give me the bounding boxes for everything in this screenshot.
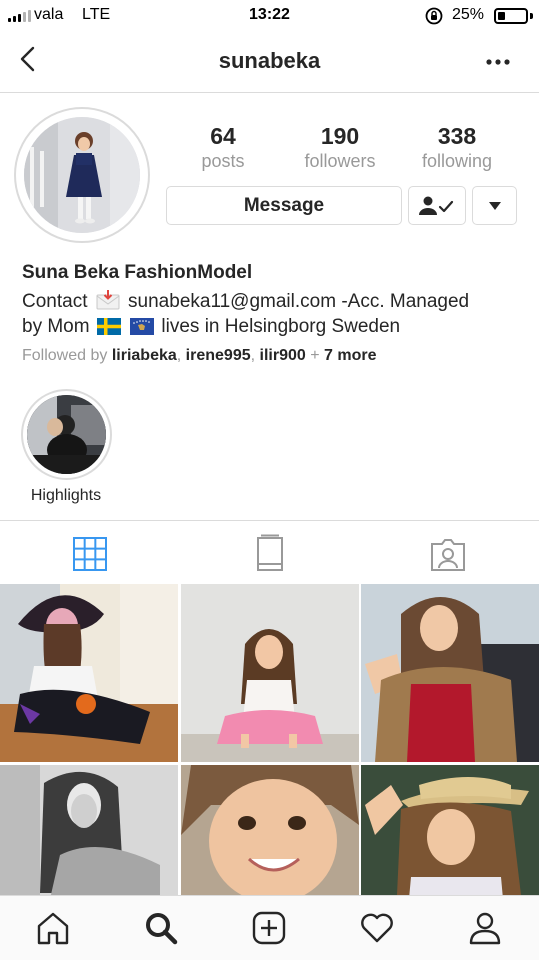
profile-icon[interactable] xyxy=(467,910,503,946)
followers-stat[interactable]: 190 followers xyxy=(285,122,395,172)
post-thumbnail[interactable] xyxy=(181,584,359,762)
suggestions-dropdown-button[interactable] xyxy=(472,186,517,225)
profile-header-bar: sunabeka xyxy=(0,32,539,93)
post-thumbnail[interactable] xyxy=(361,765,539,895)
following-count: 338 xyxy=(437,123,477,149)
feed-list-icon[interactable] xyxy=(250,534,290,574)
battery-percent: 25% xyxy=(452,6,485,23)
bio-line-2: by Mom lives in Helsingborg Sweden xyxy=(22,316,400,338)
post-photo xyxy=(0,765,178,895)
kosovo-flag-icon xyxy=(130,318,155,335)
profile-avatar[interactable] xyxy=(24,117,140,233)
heart-icon[interactable] xyxy=(359,910,395,946)
bio-managed-text: by Mom xyxy=(22,316,90,337)
battery-cap xyxy=(530,13,533,19)
rotation-lock-icon xyxy=(425,7,443,25)
battery-level xyxy=(498,12,505,20)
following-button[interactable] xyxy=(408,186,466,225)
followed-by-line[interactable]: Followed by liriabeka, irene995, ilir900… xyxy=(22,347,377,365)
followers-label: followers xyxy=(304,151,376,171)
post-photo xyxy=(181,765,359,895)
post-thumbnail[interactable] xyxy=(0,765,178,895)
follower-separator: , xyxy=(176,347,182,364)
post-photo xyxy=(181,584,359,762)
highlight-label: Highlights xyxy=(30,487,102,504)
avatar-photo xyxy=(24,117,140,233)
post-photo xyxy=(0,584,178,762)
home-icon[interactable] xyxy=(35,910,71,946)
followed-by-prefix: Followed by xyxy=(22,347,108,364)
following-label: following xyxy=(421,151,493,171)
followers-count: 190 xyxy=(320,123,360,149)
posts-label: posts xyxy=(201,151,245,171)
bio-line-1: Contact sunabeka11@gmail.com -Acc. Manag… xyxy=(22,290,469,313)
posts-count: 64 xyxy=(210,123,236,149)
post-photo xyxy=(361,765,539,895)
post-thumbnail[interactable] xyxy=(0,584,178,762)
mutual-follower-link[interactable]: irene995 xyxy=(186,347,251,364)
story-highlight-cover[interactable] xyxy=(27,395,106,474)
post-photo xyxy=(361,584,539,762)
person-check-icon xyxy=(419,196,454,215)
caret-down-icon xyxy=(488,201,501,210)
following-stat[interactable]: 338 following xyxy=(402,122,512,172)
sweden-flag-icon xyxy=(96,318,121,335)
bio-contact-text: Contact xyxy=(22,291,88,312)
post-thumbnail[interactable] xyxy=(181,765,359,895)
profile-username-title: sunabeka xyxy=(218,48,321,73)
mutual-follower-link[interactable]: liriabeka xyxy=(112,347,177,364)
incoming-envelope-emoji-icon xyxy=(96,290,120,310)
add-post-icon[interactable] xyxy=(251,910,287,946)
more-followers-link[interactable]: 7 more xyxy=(324,347,376,364)
profile-full-name: Suna Beka FashionModel xyxy=(22,262,253,283)
post-thumbnail[interactable] xyxy=(361,584,539,762)
posts-stat[interactable]: 64 posts xyxy=(168,122,278,172)
status-bar: vala LTE 13:22 25% xyxy=(0,0,539,32)
bio-email-text: sunabeka11@gmail.com -Acc. Managed xyxy=(128,291,470,312)
profile-tab-bar xyxy=(0,520,539,584)
search-icon[interactable] xyxy=(143,910,179,946)
battery-icon xyxy=(494,8,528,24)
highlight-photo xyxy=(27,395,106,474)
tagged-icon[interactable] xyxy=(428,534,468,574)
grid-icon[interactable] xyxy=(70,534,110,574)
follower-separator: , xyxy=(250,347,256,364)
mutual-follower-link[interactable]: ilir900 xyxy=(260,347,306,364)
bottom-navigation-bar xyxy=(0,895,539,960)
photo-grid xyxy=(0,584,539,895)
more-dots-icon[interactable] xyxy=(483,52,513,72)
plus-sign: + xyxy=(310,347,320,364)
bio-location-text: lives in Helsingborg Sweden xyxy=(161,316,401,337)
message-button[interactable]: Message xyxy=(166,186,402,225)
